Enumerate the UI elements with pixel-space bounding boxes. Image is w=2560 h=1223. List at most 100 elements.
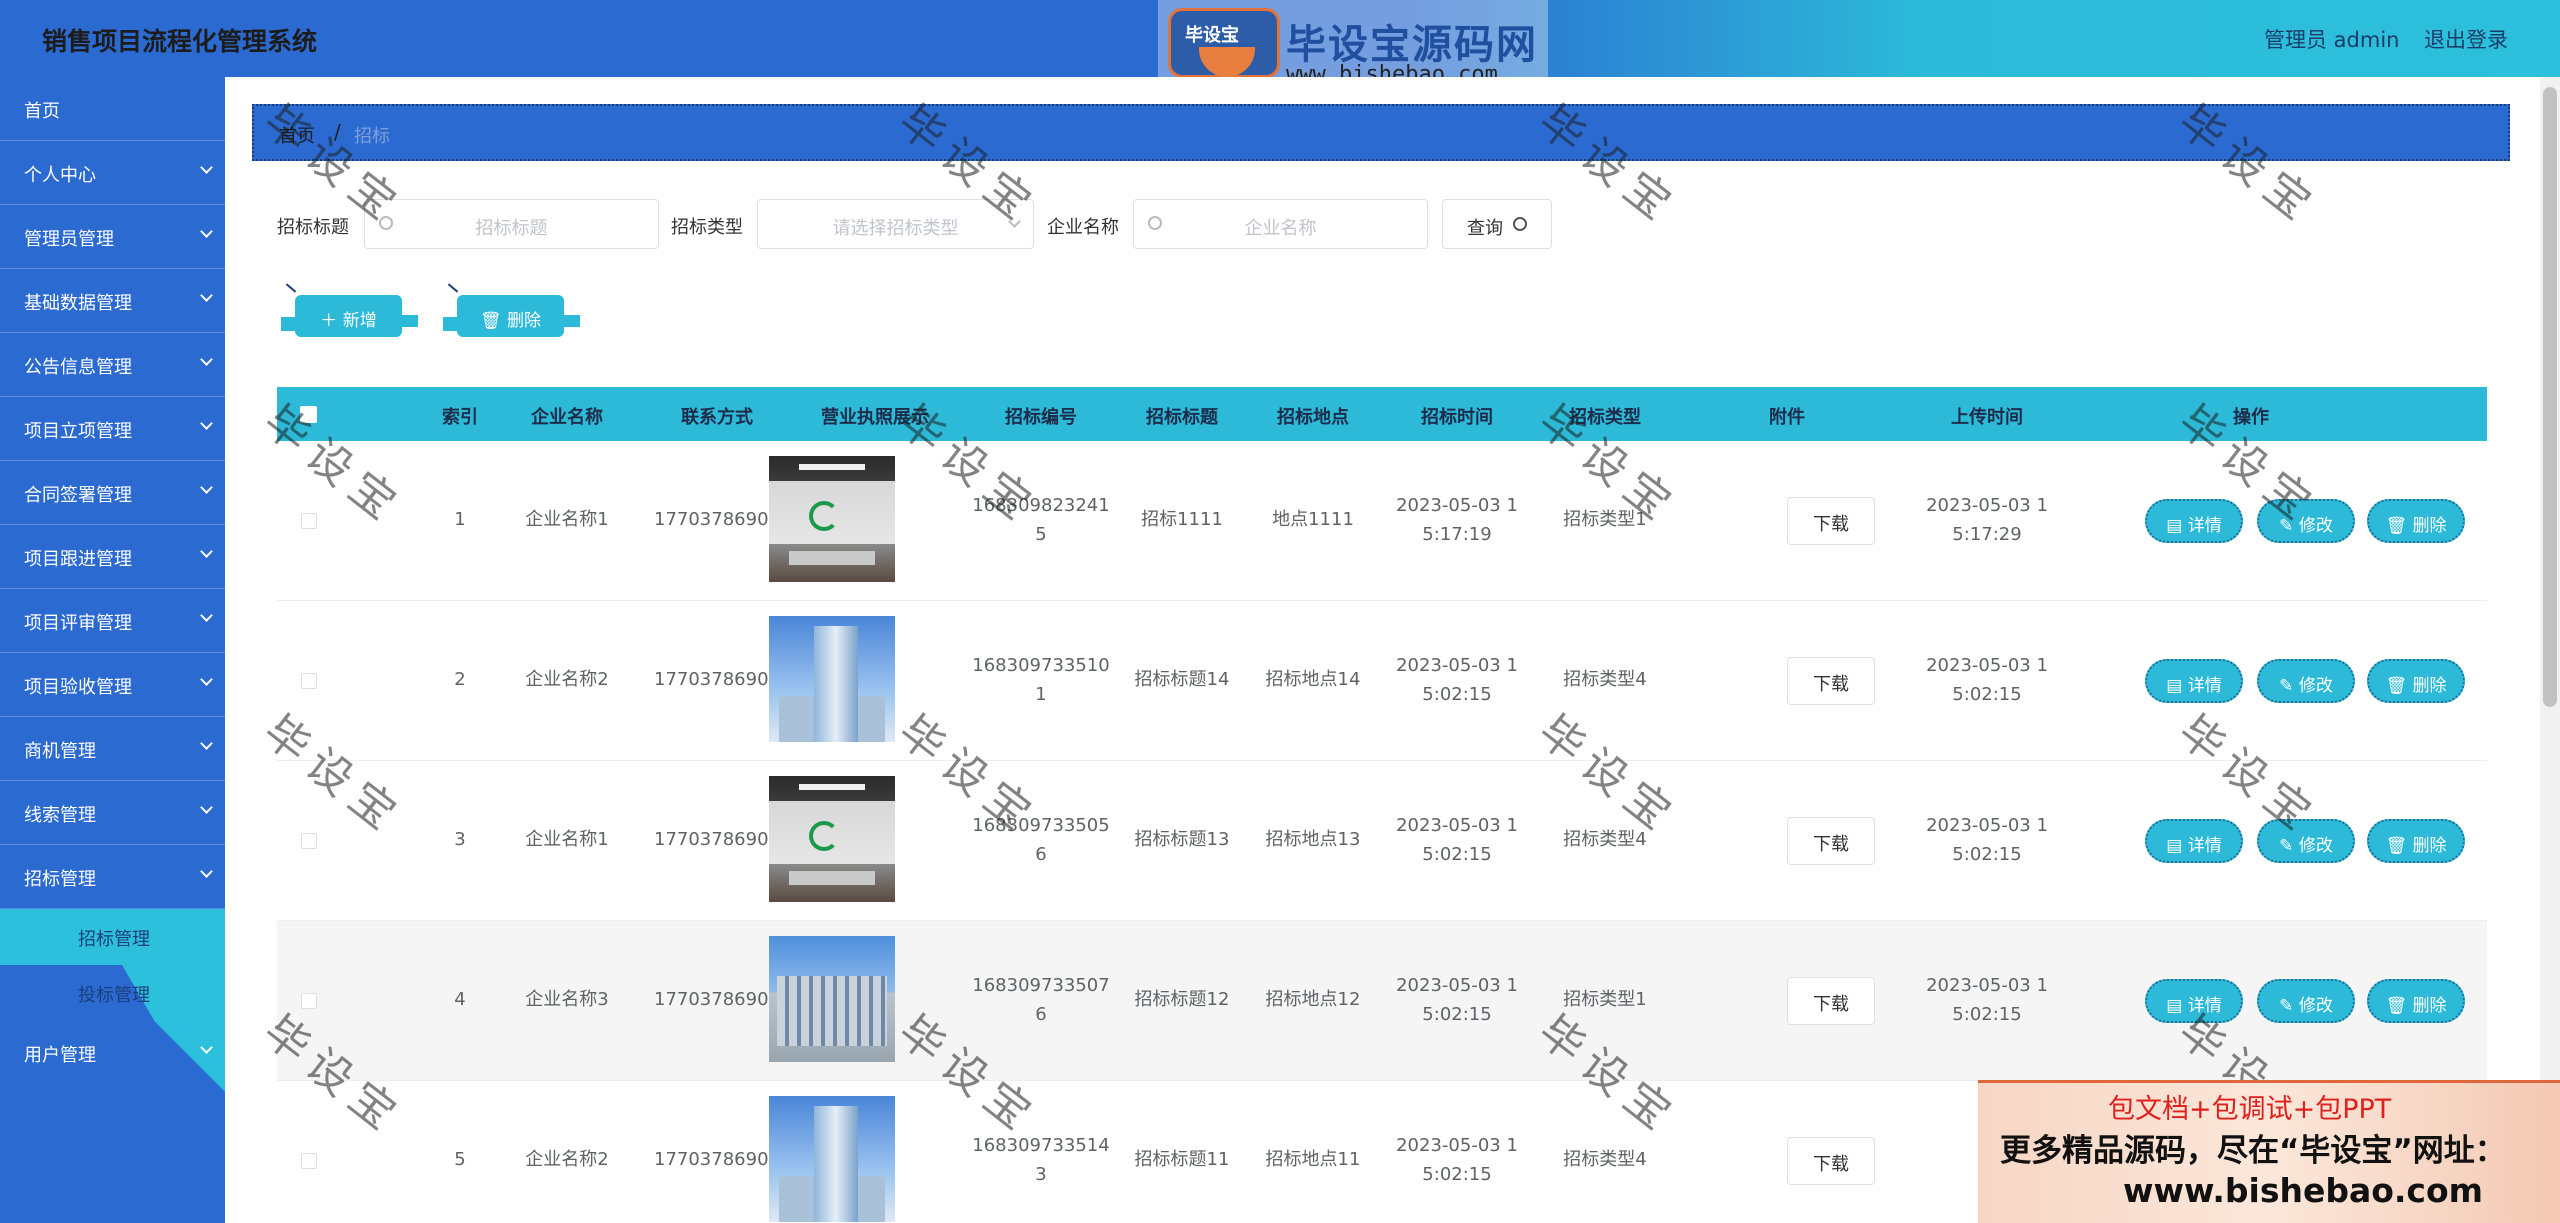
edit-button[interactable]: ✎ 修改 (2257, 819, 2355, 863)
sidebar-subitem-label: 招标管理 (78, 929, 150, 950)
detail-button[interactable]: ▤ 详情 (2145, 659, 2243, 703)
detail-button[interactable]: ▤ 详情 (2145, 819, 2243, 863)
title-filter-input[interactable]: 招标标题 (364, 199, 659, 249)
image-detail (789, 551, 875, 565)
delete-button-label: 🗑 删除 (2385, 676, 2447, 696)
chevron-down-icon (200, 225, 213, 238)
edit-button-label: ✎ 修改 (2279, 836, 2333, 856)
edit-button-label: ✎ 修改 (2279, 676, 2333, 696)
edit-button[interactable]: ✎ 修改 (2257, 499, 2355, 543)
sidebar-item[interactable]: 线索管理 (0, 781, 225, 845)
breadcrumb-home[interactable]: 首页 (279, 122, 315, 148)
detail-button[interactable]: ▤ 详情 (2145, 979, 2243, 1023)
cell-company: 企业名称1 (525, 509, 609, 530)
add-button[interactable]: ＋ 新增 (281, 283, 418, 337)
sidebar-item[interactable]: 项目验收管理 (0, 653, 225, 717)
sidebar-item[interactable]: 基础数据管理 (0, 269, 225, 333)
download-button[interactable]: 下载 (1787, 657, 1875, 705)
chevron-down-icon (200, 865, 213, 878)
query-button[interactable]: 查询 (1442, 199, 1552, 249)
download-button[interactable]: 下载 (1787, 497, 1875, 545)
business-license-image (769, 616, 895, 742)
promo-line-2: 更多精品源码，尽在“毕设宝”网址： (2000, 1133, 2506, 1169)
download-button[interactable]: 下载 (1787, 977, 1875, 1025)
sidebar-item[interactable]: 合同签署管理 (0, 461, 225, 525)
edit-button[interactable]: ✎ 修改 (2257, 659, 2355, 703)
detail-button-text: 详情 (2187, 996, 2222, 1016)
sidebar-item[interactable]: 公告信息管理 (0, 333, 225, 397)
delete-button[interactable]: 🗑 删除 (2367, 499, 2465, 543)
detail-button-label: ▤ 详情 (2166, 676, 2222, 696)
cell-type: 招标类型4 (1563, 669, 1647, 690)
sidebar-item[interactable]: 首页 (0, 77, 225, 141)
select-all-checkbox[interactable] (300, 406, 317, 423)
row-checkbox[interactable] (301, 513, 317, 529)
cell-location: 招标地点14 (1265, 669, 1361, 690)
cell-company: 企业名称2 (525, 669, 609, 690)
company-filter-label: 企业名称 (1047, 217, 1119, 238)
decoration-line (285, 283, 297, 293)
batch-delete-button[interactable]: 🗑 删除 (443, 283, 580, 337)
sidebar-item[interactable]: 个人中心 (0, 141, 225, 205)
type-filter-placeholder: 请选择招标类型 (832, 218, 959, 239)
table-row: 4 企业名称3 17703786903 168309733507 6 招标标题12 招标地… (277, 921, 2487, 1081)
sidebar-item-label: 项目评审管理 (24, 613, 132, 634)
row-checkbox[interactable] (301, 1153, 317, 1169)
promo-banner: 包文档+包调试+包PPT 更多精品源码，尽在“毕设宝”网址： www.bishe… (1978, 1080, 2560, 1223)
detail-button[interactable]: ▤ 详情 (2145, 499, 2243, 543)
delete-button[interactable]: 🗑 删除 (2367, 979, 2465, 1023)
detail-button-label: ▤ 详情 (2166, 996, 2222, 1016)
sidebar-subitem[interactable]: 投标管理 (0, 965, 225, 1021)
cell-company: 企业名称2 (525, 1149, 609, 1170)
sidebar-menu: 首页个人中心管理员管理 基础数据管理 公告信息管理 项目立项管理 合同签署管理 项目跟进管… (0, 77, 225, 1085)
sidebar-item-users[interactable]: 用户管理 (0, 1021, 225, 1085)
business-license-image (769, 1096, 895, 1222)
type-filter-select[interactable]: 请选择招标类型 (757, 199, 1034, 249)
cell-time: 2023-05-03 1 5:17:19 (1396, 495, 1518, 545)
row-checkbox[interactable] (301, 833, 317, 849)
app-title: 销售项目流程化管理系统 (42, 27, 318, 56)
cell-time: 2023-05-03 1 5:02:15 (1396, 655, 1518, 705)
row-checkbox[interactable] (301, 673, 317, 689)
company-filter-placeholder: 企业名称 (1244, 218, 1317, 239)
sidebar-item-label: 项目验收管理 (24, 677, 132, 698)
download-button[interactable]: 下载 (1787, 817, 1875, 865)
type-filter-label: 招标类型 (671, 217, 743, 238)
scrollbar-thumb[interactable] (2543, 87, 2557, 707)
batch-delete-label-text: 删除 (507, 311, 541, 331)
image-detail (814, 1106, 858, 1222)
business-license-image (769, 456, 895, 582)
download-button[interactable]: 下载 (1787, 1137, 1875, 1185)
sidebar-item[interactable]: 商机管理 (0, 717, 225, 781)
image-detail (799, 464, 865, 470)
chevron-down-icon (200, 161, 213, 174)
query-button-label: 查询 (1467, 218, 1503, 239)
sidebar-item[interactable]: 项目评审管理 (0, 589, 225, 653)
sidebar-item[interactable]: 招标管理 (0, 845, 225, 909)
logout-link[interactable]: 退出登录 (2424, 24, 2508, 54)
search-icon (1513, 217, 1527, 231)
sidebar-item[interactable]: 管理员管理 (0, 205, 225, 269)
sidebar-item[interactable]: 项目立项管理 (0, 397, 225, 461)
sidebar-item[interactable]: 项目跟进管理 (0, 525, 225, 589)
vertical-scrollbar[interactable] (2540, 77, 2560, 1223)
image-detail (809, 501, 839, 531)
row-checkbox[interactable] (301, 993, 317, 1009)
main-content: 首页 / 招标 招标标题 招标标题 招标类型 请选择招标类型 企业名称 企业名称… (225, 77, 2560, 1223)
delete-button[interactable]: 🗑 删除 (2367, 819, 2465, 863)
sidebar-subitem[interactable]: 招标管理 (0, 909, 225, 965)
cell-title: 招标标题14 (1134, 669, 1230, 690)
delete-button-label: 🗑 删除 (2385, 836, 2447, 856)
sidebar-item-label: 个人中心 (24, 165, 96, 186)
top-header: 销售项目流程化管理系统 毕设宝 毕设宝源码网 www.bishebao.com … (0, 0, 2560, 90)
cell-upload: 2023-05-03 1 5:02:15 (1926, 655, 2048, 705)
brand-logo-badge: 毕设宝 (1168, 8, 1280, 78)
cell-company: 企业名称3 (525, 989, 609, 1010)
batch-delete-button-label: 🗑 删除 (480, 311, 541, 331)
edit-button[interactable]: ✎ 修改 (2257, 979, 2355, 1023)
company-filter-input[interactable]: 企业名称 (1133, 199, 1428, 249)
edit-button-text: 修改 (2298, 516, 2333, 536)
delete-button[interactable]: 🗑 删除 (2367, 659, 2465, 703)
cell-time: 2023-05-03 1 5:02:15 (1396, 975, 1518, 1025)
chevron-down-icon (200, 801, 213, 814)
